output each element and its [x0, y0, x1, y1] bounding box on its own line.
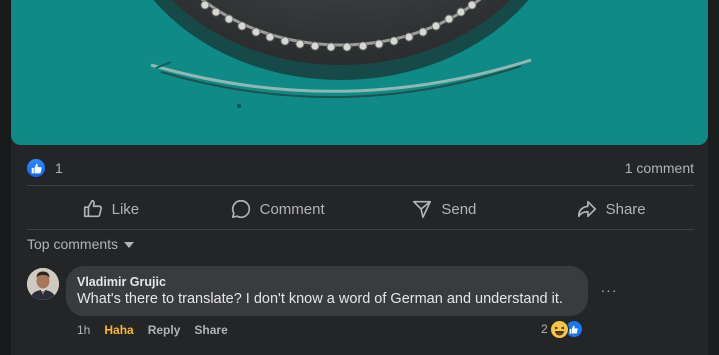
- comment-reactions[interactable]: 2: [541, 319, 583, 339]
- comment-button[interactable]: Comment: [194, 198, 361, 220]
- comment-reaction-link[interactable]: Haha: [104, 323, 133, 337]
- comment-reaction-count: 2: [541, 322, 548, 336]
- haha-emoji-icon: [549, 319, 569, 339]
- reply-link[interactable]: Reply: [148, 323, 181, 337]
- divider: [27, 185, 694, 186]
- share-icon: [577, 200, 596, 218]
- more-options-button[interactable]: ···: [599, 280, 619, 300]
- comment-bubble: Vladimir Grujic What's there to translat…: [66, 266, 588, 316]
- send-icon: [413, 200, 432, 219]
- post-actions: Like Comment Send Share: [27, 191, 694, 227]
- avatar[interactable]: [27, 268, 59, 300]
- comment-share-link[interactable]: Share: [194, 323, 227, 337]
- share-button[interactable]: Share: [527, 198, 694, 220]
- comment-sort-label: Top comments: [27, 236, 119, 252]
- comment-label: Comment: [259, 200, 325, 218]
- post-stats: 1 1 comment: [27, 155, 694, 181]
- comment-author[interactable]: Vladimir Grujic: [77, 275, 166, 289]
- reaction-count[interactable]: 1: [55, 160, 63, 176]
- comment-timestamp[interactable]: 1h: [77, 323, 90, 337]
- page-background-edge: [708, 0, 719, 355]
- like-icon: [83, 199, 102, 218]
- like-button[interactable]: Like: [27, 198, 194, 220]
- divider: [27, 229, 694, 230]
- comment-icon: [231, 199, 250, 219]
- comment-sort-dropdown[interactable]: Top comments: [27, 234, 135, 254]
- comment-count[interactable]: 1 comment: [625, 160, 694, 176]
- like-label: Like: [111, 200, 140, 218]
- comment-meta: 1h Haha Reply Share: [77, 321, 242, 339]
- share-label: Share: [605, 200, 646, 218]
- coin-image: [11, 0, 708, 145]
- comment-text: What's there to translate? I don't know …: [77, 291, 563, 307]
- send-button[interactable]: Send: [361, 198, 528, 220]
- send-label: Send: [441, 200, 477, 218]
- post-photo[interactable]: [11, 0, 708, 145]
- chevron-down-icon: [124, 242, 135, 248]
- like-reaction-icon[interactable]: [27, 159, 45, 177]
- post-card: 1 1 comment Like Comment Send Share Top …: [11, 0, 708, 355]
